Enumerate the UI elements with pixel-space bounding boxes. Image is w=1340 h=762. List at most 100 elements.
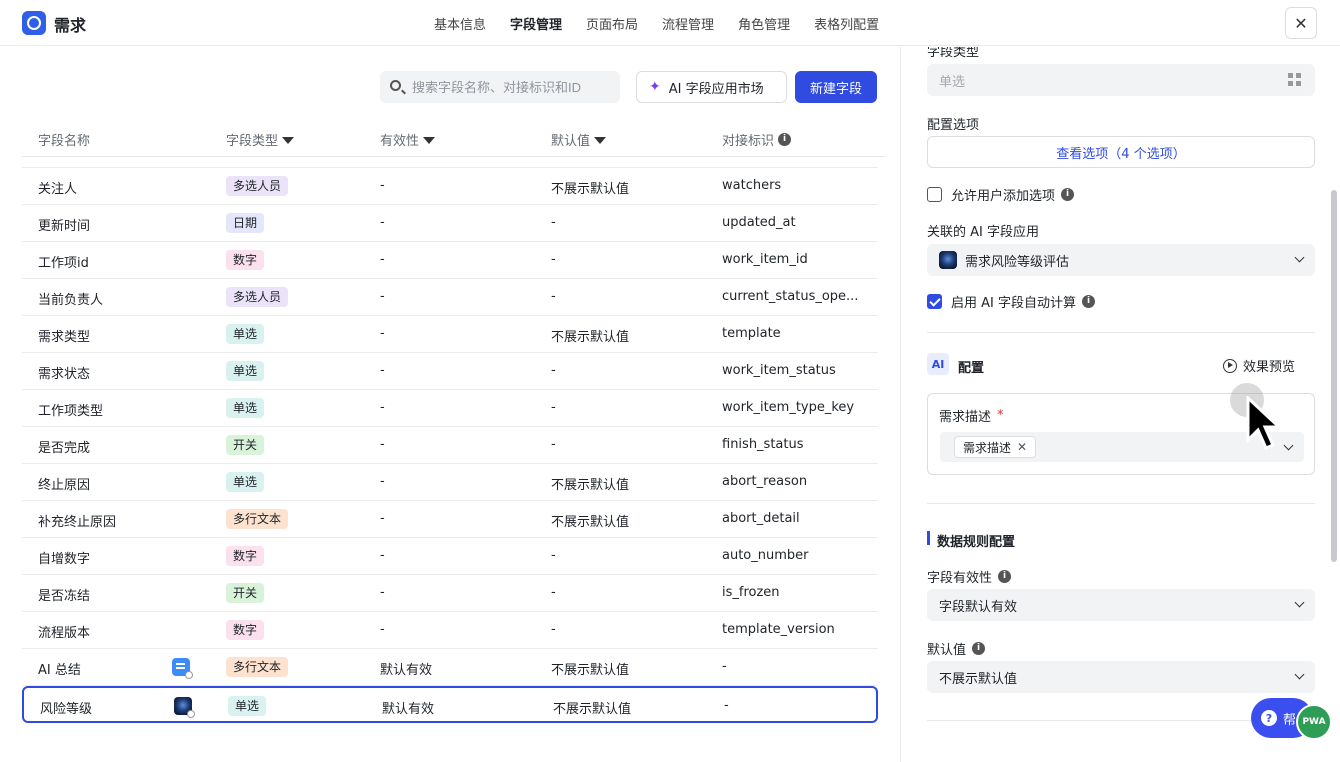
field-type-cell: 开关 — [226, 435, 265, 455]
field-default: - — [551, 289, 556, 304]
table-row[interactable]: 更新时间 日期 - - updated_at — [22, 205, 878, 242]
nav-tab[interactable]: 角色管理 — [738, 14, 790, 33]
table-row[interactable]: 工作项id 数字 - - work_item_id — [22, 242, 878, 279]
field-type-label: 字段类型 — [927, 47, 980, 60]
validity-label: 字段有效性 i — [927, 567, 1012, 586]
field-type-cell: 单选 — [226, 324, 265, 344]
default-select[interactable]: 不展示默认值 — [927, 661, 1315, 693]
table-row[interactable]: 关注人 多选人员 - 不展示默认值 watchers — [22, 168, 878, 205]
ai-market-button[interactable]: ✦ AI 字段应用市场 — [636, 71, 787, 103]
pwa-badge[interactable]: PWA — [1296, 704, 1332, 740]
field-validity: - — [380, 326, 385, 341]
nav-tab[interactable]: 表格列配置 — [814, 14, 879, 33]
info-icon[interactable]: i — [1082, 295, 1095, 308]
table-row[interactable]: 风险等级 单选 默认有效 不展示默认值 - — [22, 686, 878, 723]
table-row[interactable]: 流程版本 数字 - - template_version — [22, 612, 878, 649]
ai-app-select[interactable]: 需求风险等级评估 — [927, 244, 1315, 276]
question-icon: ? — [1261, 710, 1277, 726]
nav-tab[interactable]: 基本信息 — [434, 14, 486, 33]
table-row[interactable]: 工作项类型 单选 - - work_item_type_key — [22, 390, 878, 427]
col-header-type[interactable]: 字段类型 — [226, 130, 295, 149]
field-default: 不展示默认值 — [551, 478, 630, 493]
table-row[interactable]: 需求状态 单选 - - work_item_status — [22, 353, 878, 390]
section-accent-bar — [927, 531, 930, 545]
info-icon[interactable]: i — [778, 133, 792, 146]
nav-tab[interactable]: 流程管理 — [662, 14, 714, 33]
field-key: abort_reason — [722, 474, 808, 489]
field-type-tag: 单选 — [228, 696, 267, 716]
view-options-button[interactable]: 查看选项（4 个选项） — [927, 136, 1315, 168]
table-row[interactable]: 补充终止原因 多行文本 - 不展示默认值 abort_detail — [22, 501, 878, 538]
field-validity: - — [380, 437, 385, 452]
field-default: - — [551, 548, 556, 563]
field-type-tag: 多选人员 — [226, 176, 289, 196]
new-field-button[interactable]: 新建字段 — [795, 71, 877, 103]
allow-add-checkbox[interactable] — [927, 187, 942, 202]
preview-button[interactable]: 效果预览 — [1223, 356, 1295, 375]
close-button[interactable]: ✕ — [1285, 7, 1317, 39]
field-default: 不展示默认值 — [551, 663, 630, 678]
field-type-cell: 开关 — [226, 583, 265, 603]
validity-select[interactable]: 字段默认有效 — [927, 589, 1315, 621]
ai-badge: AI — [927, 353, 949, 375]
field-validity: - — [380, 289, 385, 304]
field-name: 风险等级 — [40, 702, 93, 717]
chip-label: 需求描述 — [963, 440, 1012, 455]
config-section-label: 配置 — [958, 361, 985, 376]
table-row[interactable]: 终止原因 单选 - 不展示默认值 abort_reason — [22, 464, 878, 501]
field-type-cell: 多行文本 — [226, 657, 289, 677]
info-icon[interactable]: i — [972, 642, 986, 655]
ai-market-label: AI 字段应用市场 — [668, 81, 764, 97]
nav-tab[interactable]: 页面布局 — [586, 14, 638, 33]
info-icon[interactable]: i — [998, 570, 1012, 583]
field-type-cell: 数字 — [226, 546, 265, 566]
filter-icon[interactable] — [423, 137, 436, 144]
divider — [927, 503, 1315, 504]
auto-calc-checkbox[interactable] — [927, 294, 942, 309]
field-validity: - — [380, 585, 385, 600]
default-value: 不展示默认值 — [939, 671, 1018, 687]
chevron-down-icon — [1294, 252, 1305, 263]
field-validity: - — [380, 215, 385, 230]
table-row[interactable]: 自增数字 数字 - - auto_number — [22, 538, 878, 575]
field-default: 不展示默认值 — [551, 182, 630, 197]
table-row[interactable]: AI 总结 多行文本 默认有效 不展示默认值 - — [22, 649, 878, 686]
field-key: work_item_type_key — [722, 400, 855, 415]
field-default: - — [551, 363, 556, 378]
table-row[interactable]: 需求类型 单选 - 不展示默认值 template — [22, 316, 878, 353]
field-name: 工作项id — [38, 256, 89, 271]
field-name: 工作项类型 — [38, 404, 104, 419]
field-type-value: 单选 — [939, 74, 966, 90]
app-title: 需求 — [54, 16, 87, 35]
filter-icon[interactable] — [282, 137, 295, 144]
config-options-label: 配置选项 — [927, 118, 980, 133]
table-row[interactable]: 当前负责人 多选人员 - - current_status_ope... — [22, 279, 878, 316]
field-type-tag: 多选人员 — [226, 287, 289, 307]
field-type-cell: 单选 — [226, 472, 265, 492]
field-type-cell: 单选 — [228, 696, 267, 716]
top-bar: 需求 基本信息 字段管理 页面布局 流程管理 角色管理 表格列配置 ✕ — [0, 0, 1340, 46]
col-header-valid[interactable]: 有效性 — [380, 130, 436, 149]
chip-close-icon[interactable]: ✕ — [1017, 440, 1027, 454]
table-row[interactable]: 是否完成 开关 - - finish_status — [22, 427, 878, 464]
chevron-down-icon — [1294, 597, 1305, 608]
panel-scrollbar[interactable] — [1331, 190, 1337, 562]
filter-icon[interactable] — [594, 137, 607, 144]
field-validity: - — [380, 622, 385, 637]
col-header-name: 字段名称 — [38, 134, 91, 149]
info-icon[interactable]: i — [1061, 188, 1075, 201]
field-name: 是否完成 — [38, 441, 91, 456]
field-type-tag: 单选 — [226, 472, 265, 492]
field-type-cell: 单选 — [226, 361, 265, 381]
search-box[interactable] — [380, 71, 620, 103]
field-key: - — [724, 698, 729, 713]
table-row[interactable]: 是否冻结 开关 - - is_frozen — [22, 575, 878, 612]
field-key: is_frozen — [722, 585, 780, 600]
col-header-default[interactable]: 默认值 — [551, 130, 607, 149]
field-validity: - — [380, 511, 385, 526]
nav-tab[interactable]: 字段管理 — [510, 14, 562, 33]
search-input[interactable] — [412, 71, 612, 103]
auto-calc-label: 启用 AI 字段自动计算 i — [951, 292, 1095, 311]
preview-label: 效果预览 — [1243, 360, 1296, 375]
req-desc-label: 需求描述 * — [939, 408, 1004, 425]
